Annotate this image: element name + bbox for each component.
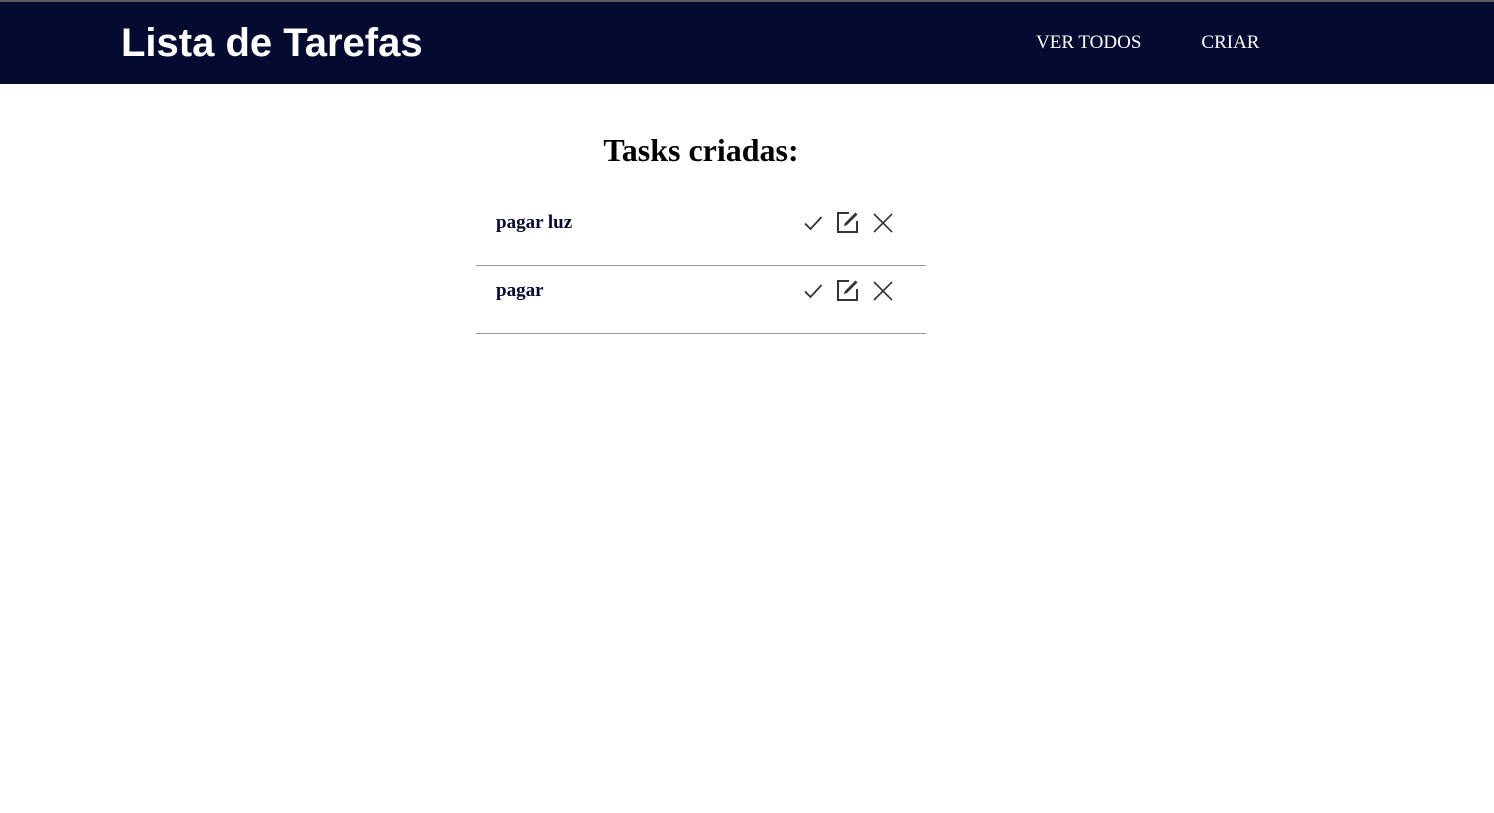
task-actions: [801, 279, 894, 302]
check-icon[interactable]: [801, 279, 824, 302]
nav-link-ver-todos[interactable]: VER TODOS: [1036, 32, 1141, 54]
check-icon[interactable]: [801, 211, 824, 234]
task-list: pagar luz pagar: [476, 198, 926, 334]
brand-title[interactable]: Lista de Tarefas: [121, 18, 423, 68]
task-item: pagar luz: [476, 198, 926, 266]
page-title: Tasks criadas:: [603, 132, 799, 168]
navbar: Lista de Tarefas VER TODOS CRIAR: [0, 2, 1494, 84]
task-actions: [801, 211, 894, 234]
nav-links: VER TODOS CRIAR: [1036, 32, 1259, 54]
nav-link-criar[interactable]: CRIAR: [1201, 32, 1259, 54]
close-icon[interactable]: [871, 279, 894, 302]
task-item: pagar: [476, 266, 926, 334]
close-icon[interactable]: [871, 211, 894, 234]
edit-icon[interactable]: [836, 211, 859, 234]
task-name: pagar luz: [496, 212, 573, 233]
task-name: pagar: [496, 280, 544, 301]
edit-icon[interactable]: [836, 279, 859, 302]
